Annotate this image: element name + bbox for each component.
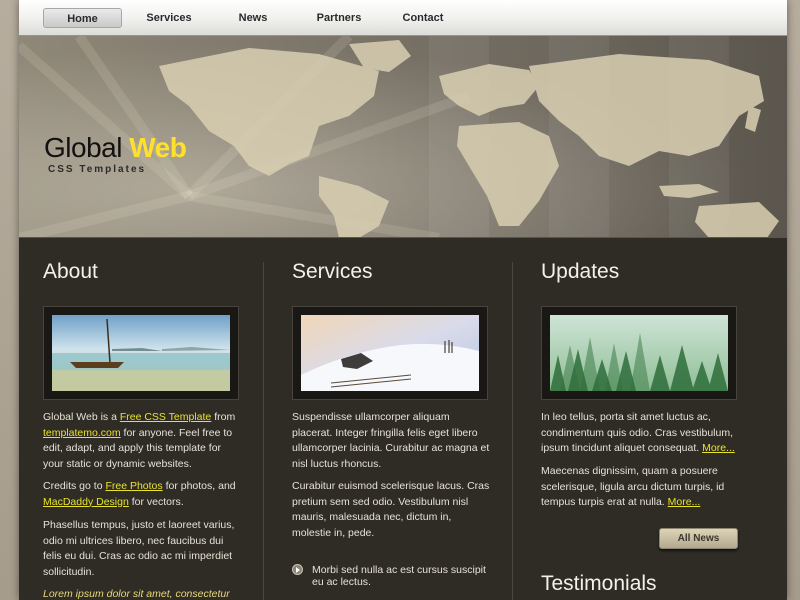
testimonials-heading: Testimonials <box>541 572 657 595</box>
updates-heading: Updates <box>541 260 620 283</box>
nav-partners[interactable]: Partners <box>303 8 375 28</box>
nav-news[interactable]: News <box>227 8 279 28</box>
services-heading: Services <box>292 260 373 283</box>
site-subtitle: CSS Templates <box>48 164 147 175</box>
free-photos-link[interactable]: Free Photos <box>105 480 162 492</box>
free-css-template-link[interactable]: Free CSS Template <box>120 411 211 423</box>
templatemo-link[interactable]: templatemo.com <box>43 427 121 439</box>
updates-paragraph-2: Maecenas dignissim, quam a posuere scele… <box>541 464 741 511</box>
about-paragraph-2: Credits go to Free Photos for photos, an… <box>43 479 243 510</box>
updates-paragraph-1: In leo tellus, porta sit amet luctus ac,… <box>541 410 741 457</box>
updates-more-link-1[interactable]: More... <box>702 442 735 454</box>
about-text: Credits go to <box>43 480 106 492</box>
about-text: Global Web is a <box>43 411 120 423</box>
about-paragraph-1: Global Web is a Free CSS Template from t… <box>43 410 243 472</box>
column-divider <box>512 262 513 600</box>
all-news-button[interactable]: All News <box>659 528 738 549</box>
site-title-accent: Web <box>129 132 187 163</box>
services-bullet-item: Morbi sed nulla ac est cursus suscipit e… <box>292 564 492 590</box>
lake-boat-image <box>52 315 230 391</box>
updates-image-frame <box>541 306 737 400</box>
about-text: from <box>211 411 236 423</box>
updates-more-link-2[interactable]: More... <box>668 496 701 508</box>
services-paragraph-2: Curabitur euismod scelerisque lacus. Cra… <box>292 480 490 539</box>
nav-contact[interactable]: Contact <box>391 8 455 28</box>
nav-home[interactable]: Home <box>43 8 122 28</box>
play-circle-icon <box>292 564 303 575</box>
snowy-hill-image <box>301 315 479 391</box>
about-image-frame <box>43 306 239 400</box>
about-text: for vectors. <box>128 495 184 508</box>
site-title: Global Web <box>44 132 187 164</box>
macdaddy-design-link[interactable]: MacDaddy Design <box>43 496 129 508</box>
updates-section: Updates In leo tellus, porta sit amet lu… <box>541 238 741 600</box>
site-title-main: Global <box>44 132 122 163</box>
about-paragraph-4: Lorem ipsum dolor sit amet, consectetur <box>43 587 243 600</box>
services-section: Services Suspendisse ullamcorper aliquam… <box>292 238 492 600</box>
about-italic-text: Lorem ipsum dolor sit amet, consectetur <box>43 588 230 600</box>
column-divider <box>263 262 264 600</box>
main-nav: Home Services News Partners Contact <box>19 0 787 36</box>
header-banner: Global Web CSS Templates <box>19 36 787 238</box>
about-heading: About <box>43 260 98 283</box>
services-bullet-text: Morbi sed nulla ac est cursus suscipit e… <box>312 564 486 588</box>
services-paragraph-1: Suspendisse ullamcorper aliquam placerat… <box>292 411 490 470</box>
about-paragraph-3: Phasellus tempus, justo et laoreet variu… <box>43 519 235 578</box>
services-image-frame <box>292 306 488 400</box>
nav-services[interactable]: Services <box>135 8 203 28</box>
about-section: About Global Web is a Free CSS Template … <box>43 238 243 600</box>
about-text: for photos, and <box>162 480 236 492</box>
foggy-forest-image <box>550 315 728 391</box>
page: Home Services News Partners Contact Glob… <box>19 0 787 600</box>
